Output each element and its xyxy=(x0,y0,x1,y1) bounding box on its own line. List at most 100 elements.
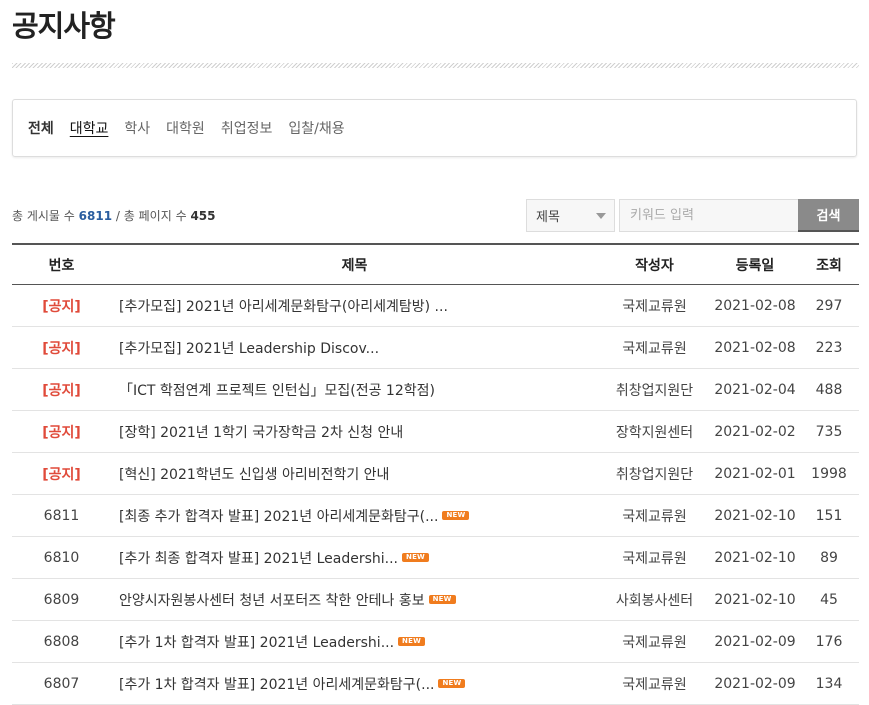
table-row[interactable]: 6809 안양시자원봉사센터 청년 서포터즈 착한 안테나 홍보 NEW 사회봉사센터… xyxy=(12,578,859,621)
post-title-link[interactable]: [추가 1차 합격자 발표] 2021년 Leadershi... xyxy=(119,635,394,651)
post-views: 1998 xyxy=(799,452,859,495)
new-badge: NEW xyxy=(442,511,470,520)
board-summary: 총 게시물 수 6811 / 총 페이지 수 455 xyxy=(12,207,216,224)
post-title-cell: [최종 추가 합격자 발표] 2021년 아리세계문화탐구(... NEW xyxy=(111,494,598,537)
post-number: 6811 xyxy=(12,494,111,537)
table-body: [공지] [추가모집] 2021년 아리세계문화탐구(아리세계탐방) ... 국제교… xyxy=(12,284,859,705)
post-views: 488 xyxy=(799,368,859,411)
table-row[interactable]: 6807 [추가 1차 합격자 발표] 2021년 아리세계문화탐구(... NEW… xyxy=(12,662,859,705)
post-title-link[interactable]: [추가 최종 합격자 발표] 2021년 Leadershi... xyxy=(119,551,398,567)
header-title: 제목 xyxy=(111,243,598,285)
post-title-cell: [추가 1차 합격자 발표] 2021년 아리세계문화탐구(... NEW xyxy=(111,662,598,705)
post-title-link[interactable]: [추가모집] 2021년 Leadership Discov... xyxy=(119,341,379,357)
category-tab-employment[interactable]: 취업정보 xyxy=(221,118,273,138)
post-views: 735 xyxy=(799,410,859,453)
post-title-cell: [추가 1차 합격자 발표] 2021년 Leadershi... NEW xyxy=(111,620,598,663)
category-tab-academic[interactable]: 학사 xyxy=(124,118,150,138)
post-views: 45 xyxy=(799,578,859,621)
post-writer: 사회봉사센터 xyxy=(598,578,711,621)
total-posts-label: 총 게시물 수 xyxy=(12,209,75,223)
table-row[interactable]: [공지] 「ICT 학점연계 프로젝트 인턴십」모집(전공 12학점) 취창업지원단… xyxy=(12,368,859,411)
post-title-cell: [추가 최종 합격자 발표] 2021년 Leadershi... NEW xyxy=(111,536,598,579)
category-tabs: 전체 대학교 학사 대학원 취업정보 입찰/채용 xyxy=(12,99,857,157)
post-title-cell: [추가모집] 2021년 Leadership Discov... xyxy=(111,326,598,369)
page-title: 공지사항 xyxy=(12,9,116,43)
post-writer: 국제교류원 xyxy=(598,662,711,705)
search-keyword-input[interactable] xyxy=(619,199,799,232)
post-date: 2021-02-10 xyxy=(711,494,799,537)
category-tab-graduate[interactable]: 대학원 xyxy=(166,118,205,138)
category-tab-all[interactable]: 전체 xyxy=(28,118,54,138)
header-views: 조회 xyxy=(799,243,859,285)
post-date: 2021-02-01 xyxy=(711,452,799,495)
table-row[interactable]: 6810 [추가 최종 합격자 발표] 2021년 Leadershi... NEW… xyxy=(12,536,859,579)
post-date: 2021-02-09 xyxy=(711,662,799,705)
table-row[interactable]: [공지] [추가모집] 2021년 Leadership Discov... 국제교… xyxy=(12,326,859,369)
new-badge: NEW xyxy=(428,595,456,604)
post-date: 2021-02-10 xyxy=(711,578,799,621)
post-writer: 취창업지원단 xyxy=(598,452,711,495)
total-pages-label: 총 페이지 수 xyxy=(123,209,187,223)
total-posts-count: 6811 xyxy=(78,209,113,223)
post-views: 134 xyxy=(799,662,859,705)
table-row[interactable]: 6808 [추가 1차 합격자 발표] 2021년 Leadershi... NEW… xyxy=(12,620,859,663)
search-button[interactable]: 검색 xyxy=(798,199,859,232)
post-number: 6807 xyxy=(12,662,111,705)
chevron-down-icon xyxy=(596,213,606,219)
new-badge: NEW xyxy=(402,553,429,562)
post-title-cell: [추가모집] 2021년 아리세계문화탐구(아리세계탐방) ... xyxy=(111,284,598,327)
post-title-cell: [장학] 2021년 1학기 국가장학금 2차 신청 안내 xyxy=(111,410,598,453)
search-field-select[interactable]: 제목 xyxy=(526,199,615,232)
post-title-link[interactable]: 안양시자원봉사센터 청년 서포터즈 착한 안테나 홍보 xyxy=(119,593,425,609)
total-pages-count: 455 xyxy=(190,209,216,223)
post-date: 2021-02-02 xyxy=(711,410,799,453)
post-views: 297 xyxy=(799,284,859,327)
post-date: 2021-02-08 xyxy=(711,284,799,327)
post-writer: 국제교류원 xyxy=(598,326,711,369)
post-writer: 장학지원센터 xyxy=(598,410,711,453)
post-writer: 국제교류원 xyxy=(598,494,711,537)
notice-label: [공지] xyxy=(12,368,111,411)
post-writer: 취창업지원단 xyxy=(598,368,711,411)
post-title-link[interactable]: [추가 1차 합격자 발표] 2021년 아리세계문화탐구(... xyxy=(119,677,434,693)
post-date: 2021-02-08 xyxy=(711,326,799,369)
notice-label: [공지] xyxy=(12,452,111,495)
header-num: 번호 xyxy=(12,243,111,285)
post-date: 2021-02-09 xyxy=(711,620,799,663)
post-views: 176 xyxy=(799,620,859,663)
post-title-link[interactable]: 「ICT 학점연계 프로젝트 인턴십」모집(전공 12학점) xyxy=(119,383,435,399)
post-views: 151 xyxy=(799,494,859,537)
post-title-link[interactable]: [최종 추가 합격자 발표] 2021년 아리세계문화탐구(... xyxy=(119,509,438,525)
post-date: 2021-02-04 xyxy=(711,368,799,411)
header-writer: 작성자 xyxy=(598,243,711,285)
post-number: 6809 xyxy=(12,578,111,621)
title-divider xyxy=(12,63,859,68)
table-row[interactable]: [공지] [혁신] 2021학년도 신입생 아리비전학기 안내 취창업지원단 2021… xyxy=(12,452,859,495)
post-title-link[interactable]: [추가모집] 2021년 아리세계문화탐구(아리세계탐방) ... xyxy=(119,299,448,315)
post-writer: 국제교류원 xyxy=(598,620,711,663)
post-views: 89 xyxy=(799,536,859,579)
notice-label: [공지] xyxy=(12,326,111,369)
header-date: 등록일 xyxy=(711,243,799,285)
post-title-cell: 「ICT 학점연계 프로젝트 인턴십」모집(전공 12학점) xyxy=(111,368,598,411)
table-row[interactable]: [공지] [추가모집] 2021년 아리세계문화탐구(아리세계탐방) ... 국제교… xyxy=(12,284,859,327)
category-tab-university[interactable]: 대학교 xyxy=(70,118,109,138)
post-number: 6808 xyxy=(12,620,111,663)
post-title-cell: [혁신] 2021학년도 신입생 아리비전학기 안내 xyxy=(111,452,598,495)
new-badge: NEW xyxy=(438,679,466,688)
notice-table: 번호 제목 작성자 등록일 조회 [공지] [추가모집] 2021년 아리세계문화… xyxy=(12,243,859,705)
category-tab-bidding[interactable]: 입찰/채용 xyxy=(288,118,344,138)
notice-label: [공지] xyxy=(12,284,111,327)
post-writer: 국제교류원 xyxy=(598,536,711,579)
post-title-link[interactable]: [혁신] 2021학년도 신입생 아리비전학기 안내 xyxy=(119,467,389,483)
table-row[interactable]: [공지] [장학] 2021년 1학기 국가장학금 2차 신청 안내 장학지원센터 2… xyxy=(12,410,859,453)
post-views: 223 xyxy=(799,326,859,369)
post-date: 2021-02-10 xyxy=(711,536,799,579)
table-header-row: 번호 제목 작성자 등록일 조회 xyxy=(12,243,859,285)
post-number: 6810 xyxy=(12,536,111,579)
table-row[interactable]: 6811 [최종 추가 합격자 발표] 2021년 아리세계문화탐구(... NEW… xyxy=(12,494,859,537)
search-field-value: 제목 xyxy=(536,210,560,225)
post-writer: 국제교류원 xyxy=(598,284,711,327)
post-title-link[interactable]: [장학] 2021년 1학기 국가장학금 2차 신청 안내 xyxy=(119,425,403,441)
summary-separator: / xyxy=(115,209,120,223)
